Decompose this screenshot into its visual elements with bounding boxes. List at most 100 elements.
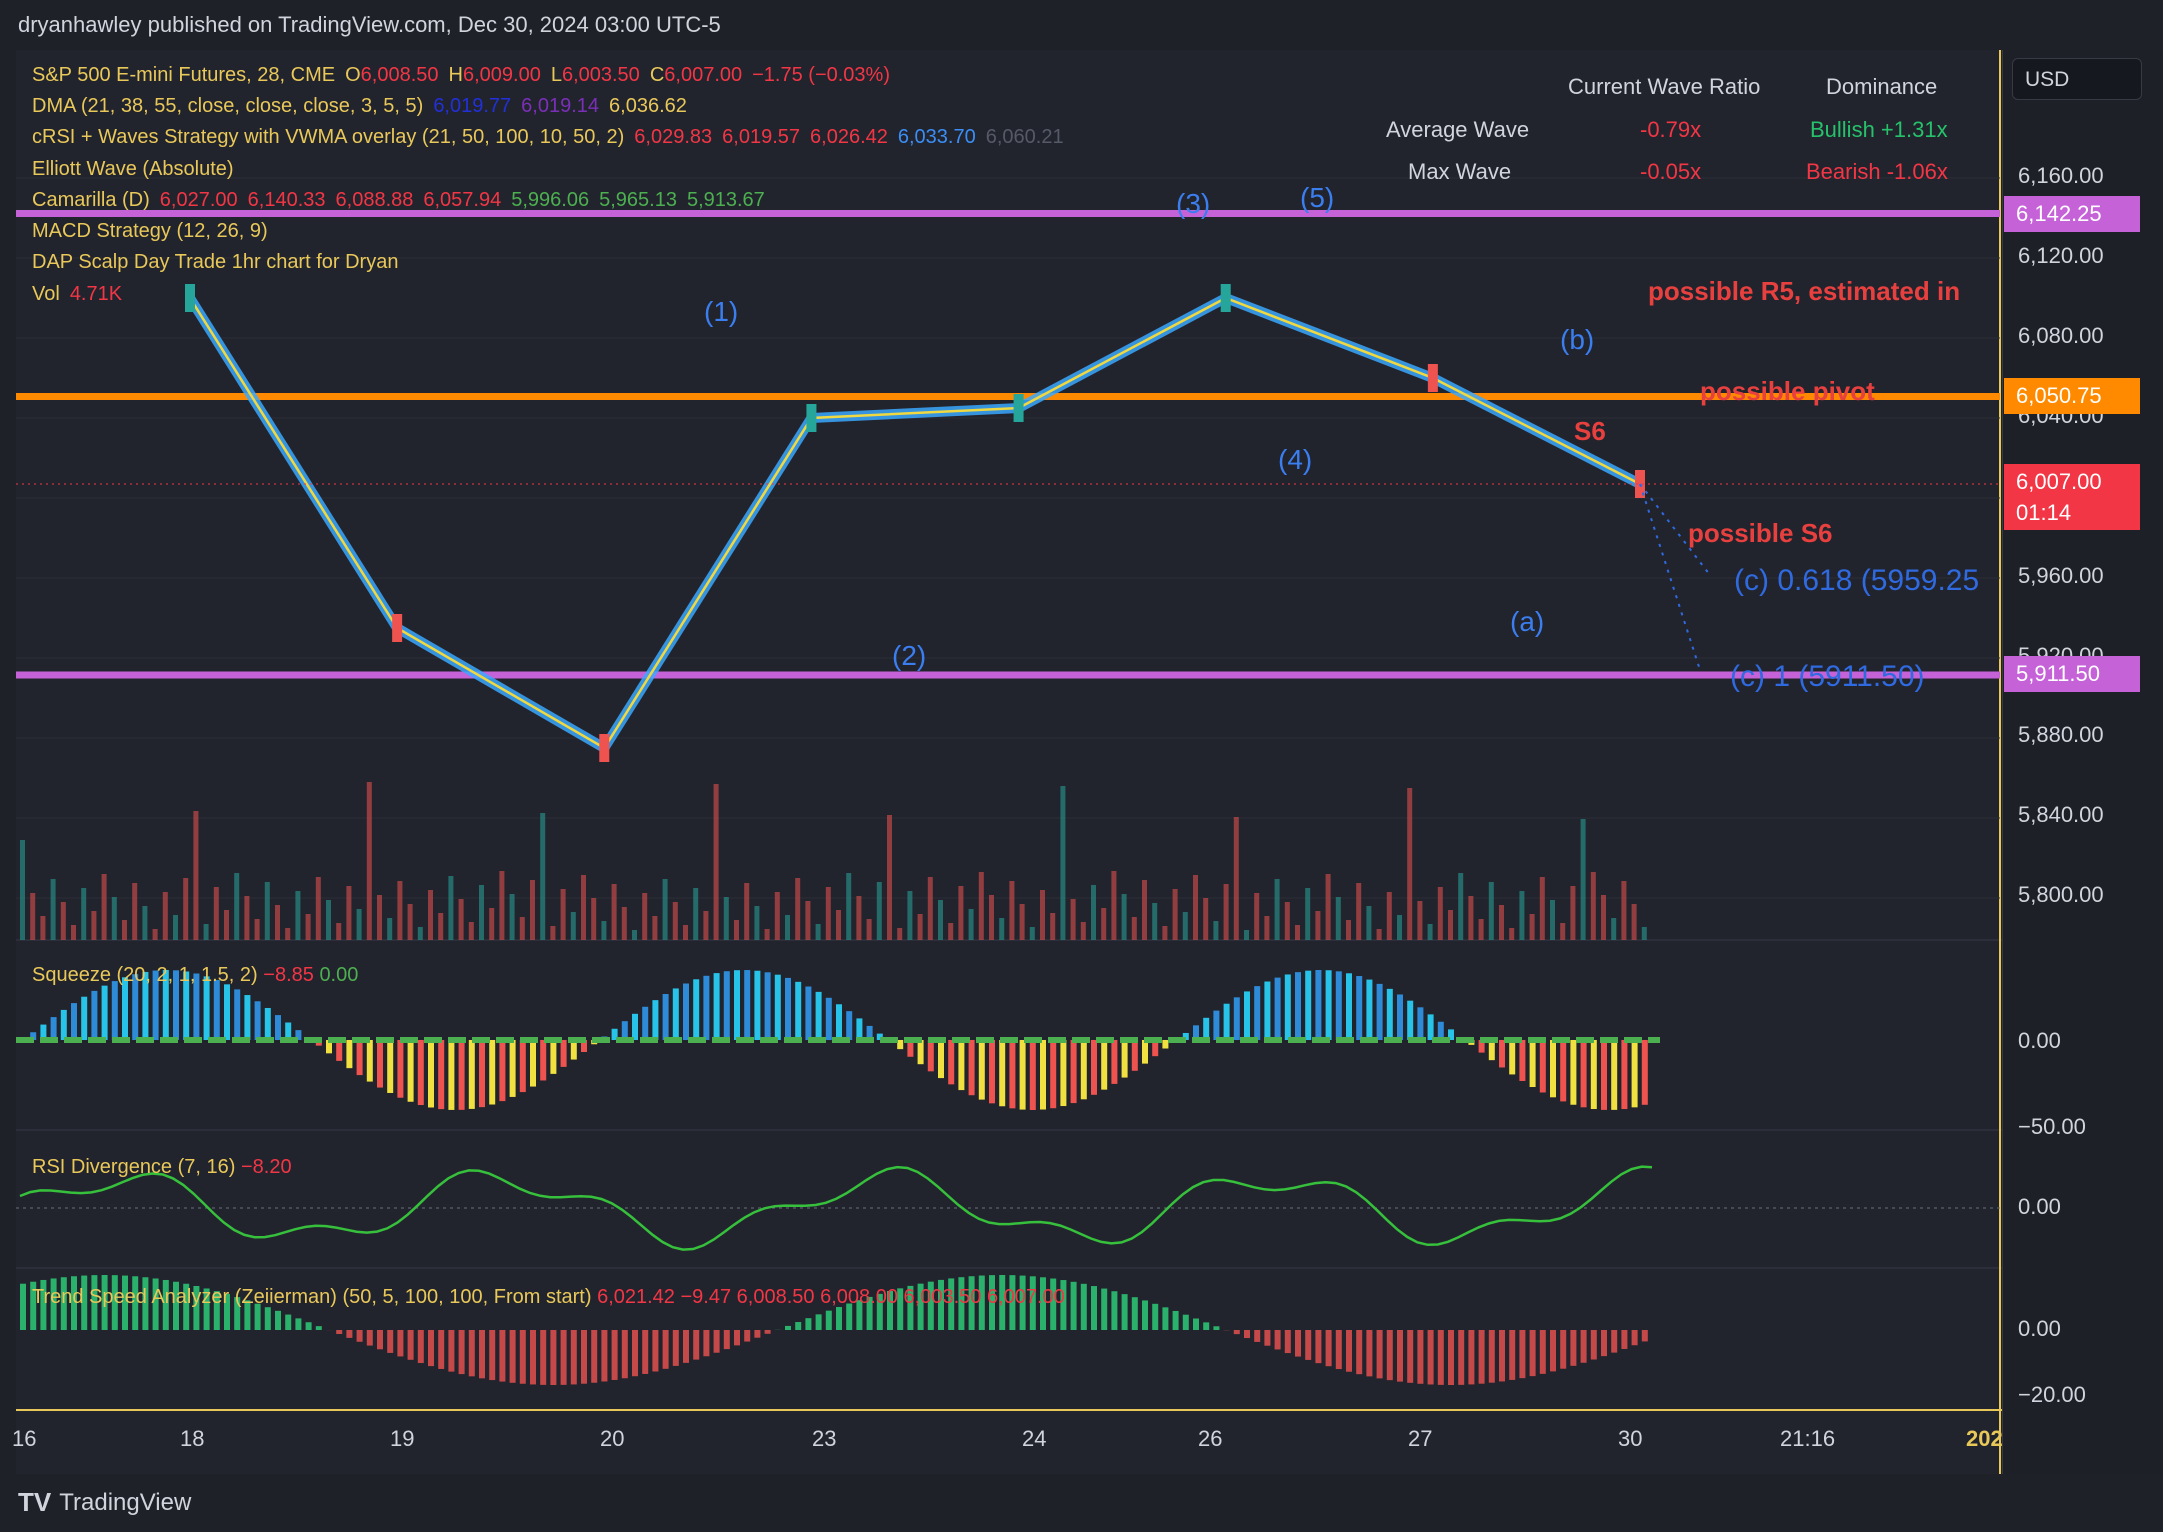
volume-bar (785, 915, 790, 940)
volume-bar (1458, 873, 1464, 940)
volume-bar (173, 915, 178, 940)
squeeze-bar (1029, 1040, 1036, 1110)
squeeze-bar (1356, 976, 1363, 1040)
max-wave-label: Max Wave (1408, 159, 1512, 184)
volume-bar (968, 909, 974, 940)
trend-bar (734, 1330, 740, 1346)
volume-bar (1274, 879, 1280, 940)
trend-bar (1550, 1330, 1556, 1372)
volume-bar (866, 919, 872, 940)
volume-bar (1427, 924, 1433, 940)
squeeze-bar (234, 989, 241, 1040)
volume-bar (20, 840, 25, 940)
rsi-tick: 0.00 (2018, 1194, 2061, 1219)
price-line (188, 296, 1641, 750)
trend-bar (1142, 1300, 1148, 1330)
trend-bar (683, 1330, 689, 1363)
squeeze-bar (1366, 979, 1373, 1040)
legend-dap[interactable]: DAP Scalp Day Trade 1hr chart for Dryan (32, 251, 408, 274)
legend-elliott[interactable]: Elliott Wave (Absolute) (32, 158, 244, 181)
volume-bar (448, 876, 454, 940)
time-tick: 19 (390, 1426, 415, 1451)
dma-value-3: 6,036.62 (609, 95, 687, 117)
volume-bar (162, 892, 168, 940)
volume-bar (499, 871, 505, 940)
squeeze-bar (1040, 1040, 1046, 1110)
squeeze-bar (1131, 1040, 1138, 1071)
average-wave-label: Average Wave (1386, 117, 1530, 142)
trend-bar (693, 1330, 700, 1360)
trend-bar (1244, 1330, 1250, 1339)
squeeze-bar (1560, 1040, 1567, 1102)
rsi-label[interactable]: RSI Divergence (7, 16) −8.20 (32, 1156, 292, 1179)
legend-crsi[interactable]: cRSI + Waves Strategy with VWMA overlay … (32, 126, 1074, 149)
volume-bar (570, 912, 576, 940)
squeeze-bar (927, 1040, 934, 1072)
annotation-pivot: possible pivot (1700, 376, 1875, 406)
volume-bar (509, 894, 515, 940)
volume-bar (224, 910, 229, 940)
volume-bar (1519, 891, 1525, 940)
squeeze-bar (448, 1040, 455, 1110)
volume-bar (489, 908, 495, 940)
volume-bar (1335, 897, 1341, 940)
trend-bar (723, 1330, 730, 1350)
trend-bar (1560, 1330, 1567, 1369)
volume-bar (927, 877, 933, 940)
squeeze-name: Squeeze (20, 2, 1, 1.5, 2) (32, 964, 258, 986)
volume-bar (1131, 917, 1137, 940)
squeeze-bar (1305, 970, 1312, 1040)
tradingview-logo[interactable]: TV TradingView (18, 1487, 191, 1518)
squeeze-bar (356, 1040, 363, 1076)
squeeze-bar (1325, 970, 1332, 1040)
squeeze-tick: 0.00 (2018, 1028, 2061, 1053)
volume-bar (1019, 904, 1025, 940)
legend-main-symbol[interactable]: S&P 500 E-mini Futures, 28, CME O6,008.50… (32, 64, 900, 87)
squeeze-bar (60, 1009, 67, 1040)
trend-bar (1274, 1330, 1281, 1350)
squeeze-bar (1539, 1040, 1546, 1093)
squeeze-bar (815, 991, 822, 1040)
volume-bar (1611, 918, 1617, 940)
volume-bar (897, 928, 903, 940)
currency-selector[interactable]: USD (2012, 58, 2142, 100)
wave-label-3: (3) (1176, 188, 1211, 219)
trend-bar (1407, 1330, 1414, 1383)
volume-bar (1080, 922, 1086, 940)
trend-bar (438, 1330, 445, 1369)
trend-bar (1570, 1330, 1577, 1366)
trend-bar (1601, 1330, 1607, 1357)
camarilla-value-6: 5,965.13 (599, 189, 677, 211)
squeeze-label[interactable]: Squeeze (20, 2, 1, 1.5, 2) −8.85 0.00 (32, 964, 358, 987)
trend-bar (20, 1283, 26, 1330)
volume-bar (550, 926, 556, 940)
time-tick: 23 (812, 1426, 837, 1451)
volume-bar (1172, 889, 1178, 940)
trend-bar (1580, 1330, 1587, 1363)
squeeze-bar (989, 1040, 995, 1104)
trend-bar (1346, 1330, 1352, 1372)
squeeze-bar (1060, 1040, 1067, 1107)
legend-camarilla[interactable]: Camarilla (D) 6,027.00 6,140.33 6,088.88 6,0… (32, 189, 775, 212)
trend-bar (295, 1318, 302, 1330)
legend-macd[interactable]: MACD Strategy (12, 26, 9) (32, 220, 278, 243)
volume-bar (1152, 903, 1158, 940)
legend-dma[interactable]: DMA (21, 38, 55, close, close, close, 3,… (32, 95, 697, 118)
wave-ratio-header: Current Wave Ratio (1568, 74, 1761, 99)
price-tag-lower-level: 5,911.50 (2004, 656, 2140, 692)
time-tick-current: 202 (1966, 1426, 2003, 1451)
trend-bar (1182, 1314, 1189, 1330)
volume-bar (734, 920, 739, 940)
trend-bar (1590, 1330, 1597, 1360)
trend-label[interactable]: Trend Speed Analyzer (Zeiierman) (50, 5,… (32, 1286, 1065, 1309)
trend-bar (489, 1330, 496, 1381)
volume-bar (71, 925, 76, 940)
squeeze-bar (683, 983, 689, 1040)
trend-bar (601, 1330, 608, 1382)
trend-bar (397, 1330, 404, 1357)
squeeze-bar (958, 1040, 965, 1091)
squeeze-bar (264, 1007, 271, 1040)
squeeze-bar (1580, 1040, 1587, 1108)
volume-bar (213, 887, 219, 940)
legend-volume[interactable]: Vol 4.71K (32, 283, 132, 306)
